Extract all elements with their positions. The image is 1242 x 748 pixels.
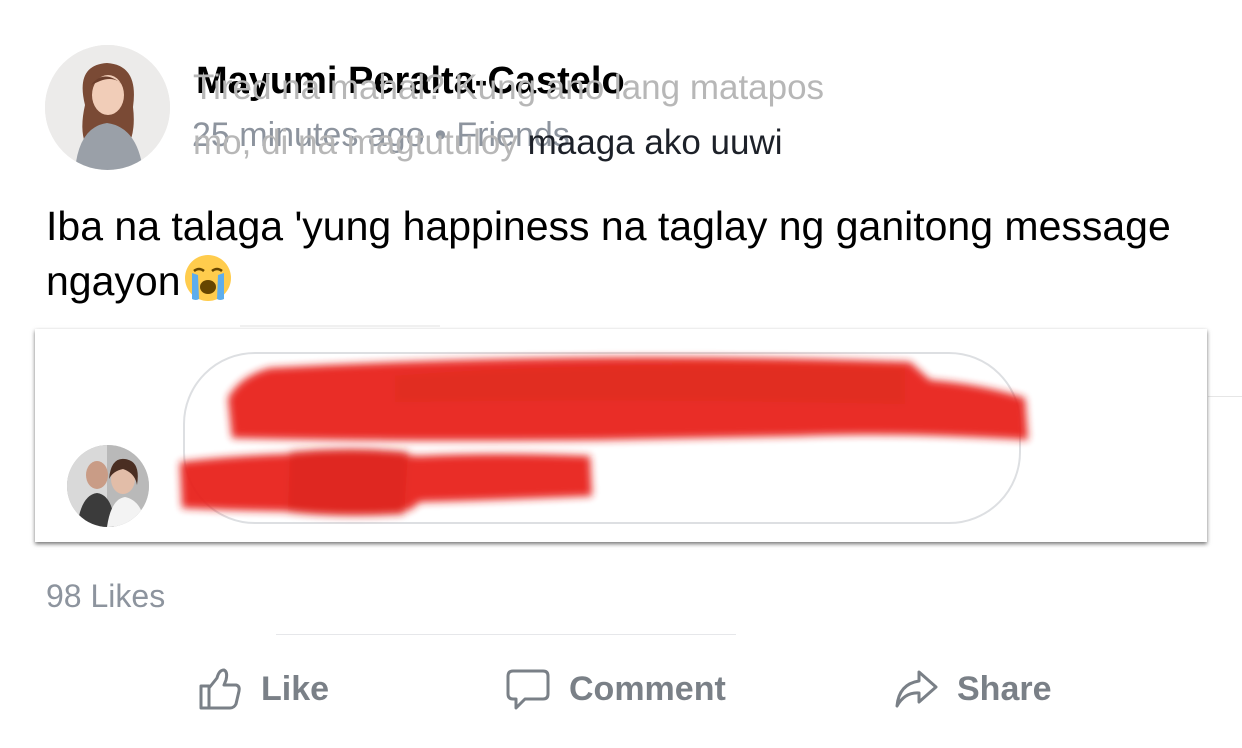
speech-bubble-icon xyxy=(506,669,550,710)
author-avatar[interactable] xyxy=(45,45,170,170)
redacted-text-line1: Tired na mahal? Kung ano lang matapos xyxy=(193,68,825,107)
post-text: Iba na talaga 'yung happiness na taglay … xyxy=(46,200,1206,316)
comment-label: Comment xyxy=(569,669,726,708)
reactions-divider xyxy=(276,634,736,635)
message-screenshot-card[interactable] xyxy=(35,329,1207,542)
message-text: Tired na mahal? Kung ano lang matapos mo… xyxy=(193,60,993,170)
share-arrow-icon xyxy=(895,670,938,708)
crying-face-emoji-icon xyxy=(183,253,233,316)
comment-button[interactable]: Comment xyxy=(505,664,726,714)
visible-message-text: maaga ako uuwi xyxy=(517,123,783,162)
faint-divider xyxy=(1208,396,1242,397)
faint-divider xyxy=(240,325,440,327)
share-label: Share xyxy=(957,669,1052,708)
share-button[interactable]: Share xyxy=(893,664,1052,714)
like-button[interactable]: Like xyxy=(197,664,329,714)
like-label: Like xyxy=(261,669,330,708)
likes-count[interactable]: 98 Likes xyxy=(46,578,165,615)
sender-avatar xyxy=(67,445,149,527)
thumbs-up-icon xyxy=(199,668,241,710)
message-bubble xyxy=(183,352,1021,524)
redacted-text-line2: mo, di na magtutuloy xyxy=(193,123,518,162)
